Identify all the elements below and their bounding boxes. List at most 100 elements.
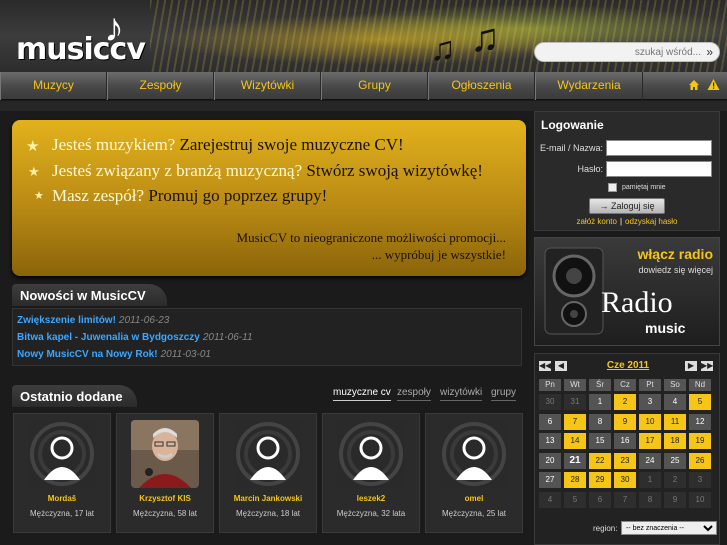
recent-tab-zespoly[interactable]: zespoły xyxy=(397,387,431,401)
email-field[interactable] xyxy=(606,140,712,156)
calendar-day[interactable]: 16 xyxy=(614,433,636,449)
region-select[interactable]: -- bez znaczenia -- xyxy=(621,521,717,535)
music-note-icon: ♪ xyxy=(104,6,124,50)
calendar-day[interactable]: 9 xyxy=(664,491,686,508)
profile-card[interactable]: Krzysztof KIS Mężczyzna, 58 lat xyxy=(116,413,214,533)
profile-card[interactable]: Marcin Jankowski Mężczyzna, 18 lat xyxy=(219,413,317,533)
calendar-day[interactable]: 10 xyxy=(689,491,711,508)
login-button[interactable]: → Zaloguj się xyxy=(589,198,665,214)
profile-card[interactable]: omel Mężczyzna, 25 lat xyxy=(425,413,523,533)
speaker-icon xyxy=(544,247,604,335)
region-label: region: xyxy=(593,524,618,533)
search-input[interactable] xyxy=(543,45,701,60)
promo-banner[interactable]: ★ Jesteś muzykiem? Zarejestruj swoje muz… xyxy=(12,120,526,276)
calendar-month[interactable]: Cze 2011 xyxy=(595,360,661,371)
logo-text: musiccv xyxy=(16,32,146,67)
register-link[interactable]: załóż konto xyxy=(576,217,616,226)
events-calendar: ◀◀ ◀ Cze 2011 ▶ ▶▶ Pn Wt Śr Cz Pt So Nd 30 31 1 2 3… xyxy=(534,353,720,545)
nav-tab-zespoly[interactable]: Zespoły xyxy=(107,72,214,100)
nav-tab-grupy[interactable]: Grupy xyxy=(321,72,428,100)
weekday-header: Nd xyxy=(689,379,711,391)
news-item: Nowy MusicCV na Nowy Rok! 2011-03-01 xyxy=(17,349,211,360)
search-submit-icon[interactable]: » xyxy=(706,45,713,60)
calendar-day[interactable]: 8 xyxy=(589,413,611,430)
site-logo[interactable]: musiccv ♪ xyxy=(16,8,146,68)
home-icon[interactable] xyxy=(688,79,700,91)
calendar-day[interactable]: 4 xyxy=(539,491,561,508)
avatar-placeholder-icon xyxy=(28,420,96,488)
profile-name[interactable]: Mordaš xyxy=(14,494,110,503)
calendar-day[interactable]: 27 xyxy=(539,472,561,488)
calendar-day[interactable]: 1 xyxy=(589,394,611,410)
recent-tab-grupy[interactable]: grupy xyxy=(491,387,517,401)
calendar-day-event[interactable]: 5 xyxy=(689,394,711,410)
prev-month-button[interactable]: ◀ xyxy=(555,361,567,371)
profile-name[interactable]: Marcin Jankowski xyxy=(220,494,316,503)
calendar-day[interactable]: 12 xyxy=(689,413,711,430)
recent-tab-wizytowki[interactable]: wizytówki xyxy=(440,387,483,401)
site-header: ♫ ♫ musiccv ♪ » xyxy=(0,0,727,72)
calendar-day-event[interactable]: 19 xyxy=(689,433,711,449)
calendar-day[interactable]: 24 xyxy=(639,452,661,469)
profile-name[interactable]: leszek2 xyxy=(323,494,419,503)
next-year-button[interactable]: ▶▶ xyxy=(701,361,713,371)
calendar-day-event[interactable]: 28 xyxy=(564,472,586,488)
calendar-day[interactable]: 8 xyxy=(639,491,661,508)
calendar-day[interactable]: 4 xyxy=(664,394,686,410)
calendar-day-event[interactable]: 14 xyxy=(564,433,586,449)
calendar-day[interactable]: 5 xyxy=(564,491,586,508)
calendar-day[interactable]: 15 xyxy=(589,433,611,449)
password-field[interactable] xyxy=(606,161,712,177)
profile-name[interactable]: omel xyxy=(426,494,522,503)
news-link[interactable]: Nowy MusicCV na Nowy Rok! xyxy=(17,349,158,360)
nav-tab-ogloszenia[interactable]: Ogłoszenia xyxy=(428,72,535,100)
calendar-day[interactable]: 31 xyxy=(564,394,586,410)
calendar-day[interactable]: 30 xyxy=(539,394,561,410)
promo-tagline: MusicCV to nieograniczone możliwości pro… xyxy=(236,230,506,245)
profile-card[interactable]: leszek2 Mężczyzna, 32 lata xyxy=(322,413,420,533)
calendar-day-event[interactable]: 22 xyxy=(589,452,611,469)
profile-info: Mężczyzna, 32 lata xyxy=(336,509,406,518)
star-icon: ★ xyxy=(28,164,40,179)
remember-checkbox[interactable] xyxy=(608,183,617,192)
news-link[interactable]: Zwiększenie limitów! xyxy=(17,315,116,326)
next-month-button[interactable]: ▶ xyxy=(685,361,697,371)
calendar-day[interactable]: 2 xyxy=(664,472,686,488)
calendar-day[interactable]: 25 xyxy=(664,452,686,469)
nav-tab-wizytowki[interactable]: Wizytówki xyxy=(214,72,321,100)
radio-more-link[interactable]: dowiedz się więcej xyxy=(638,265,713,275)
profile-name[interactable]: Krzysztof KIS xyxy=(117,494,213,503)
warning-icon[interactable] xyxy=(707,78,720,91)
calendar-day[interactable]: 7 xyxy=(614,491,636,508)
calendar-day[interactable]: 3 xyxy=(689,472,711,488)
nav-tab-wydarzenia[interactable]: Wydarzenia xyxy=(535,72,643,100)
radio-on-link[interactable]: włącz radio xyxy=(638,246,713,262)
calendar-day-event[interactable]: 10 xyxy=(639,413,661,430)
calendar-day-event[interactable]: 30 xyxy=(614,472,636,488)
calendar-day-today[interactable]: 21 xyxy=(564,452,586,469)
calendar-day[interactable]: 6 xyxy=(589,491,611,508)
weekday-header: Pt xyxy=(639,379,661,391)
calendar-day[interactable]: 6 xyxy=(539,413,561,430)
calendar-day-event[interactable]: 11 xyxy=(664,413,686,430)
calendar-day-event[interactable]: 17 xyxy=(639,433,661,449)
recent-tab-cv[interactable]: muzyczne cv xyxy=(333,387,391,401)
calendar-day[interactable]: 3 xyxy=(639,394,661,410)
calendar-day-event[interactable]: 23 xyxy=(614,452,636,469)
calendar-day-event[interactable]: 2 xyxy=(614,394,636,410)
radio-widget[interactable]: włącz radio dowiedz się więcej Radio mus… xyxy=(534,237,720,346)
calendar-day[interactable]: 1 xyxy=(639,472,661,488)
recover-password-link[interactable]: odzyskaj hasło xyxy=(625,217,677,226)
calendar-day-event[interactable]: 18 xyxy=(664,433,686,449)
promo-tagline: ... wypróbuj je wszystkie! xyxy=(371,247,506,262)
nav-tab-muzycy[interactable]: Muzycy xyxy=(0,72,107,100)
calendar-day-event[interactable]: 7 xyxy=(564,413,586,430)
profile-card[interactable]: Mordaš Mężczyzna, 17 lat xyxy=(13,413,111,533)
calendar-day[interactable]: 20 xyxy=(539,452,561,469)
calendar-day-event[interactable]: 29 xyxy=(589,472,611,488)
news-link[interactable]: Bitwa kapel - Juwenalia w Bydgoszczy xyxy=(17,332,200,343)
calendar-day-event[interactable]: 26 xyxy=(689,452,711,469)
prev-year-button[interactable]: ◀◀ xyxy=(539,361,551,371)
calendar-day-event[interactable]: 9 xyxy=(614,413,636,430)
calendar-day[interactable]: 13 xyxy=(539,433,561,449)
